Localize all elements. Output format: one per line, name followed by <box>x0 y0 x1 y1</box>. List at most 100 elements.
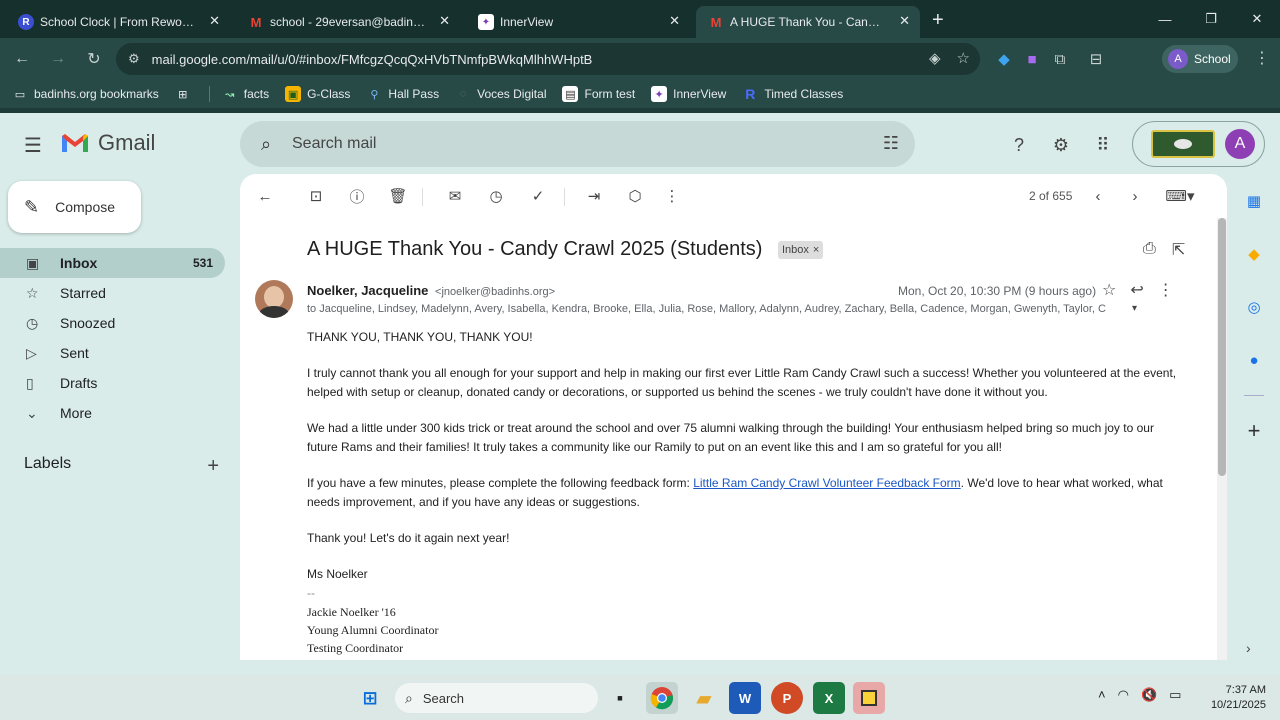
tab-search-icon[interactable]: ⊟ <box>1082 45 1110 73</box>
settings-gear-icon[interactable]: ⚙ <box>1047 131 1075 159</box>
minimize-icon[interactable]: — <box>1142 0 1188 38</box>
star-icon[interactable]: ☆ <box>1102 280 1116 300</box>
account-avatar[interactable]: A <box>1225 129 1255 159</box>
feedback-form-link[interactable]: Little Ram Candy Crawl Volunteer Feedbac… <box>693 476 960 490</box>
search-icon[interactable]: ⌕ <box>240 134 292 155</box>
remove-label-icon[interactable]: × <box>813 244 819 256</box>
sticky-notes-icon[interactable] <box>853 682 885 714</box>
close-tab-icon[interactable]: ✕ <box>209 13 220 29</box>
search-bar[interactable]: ⌕ Search mail ☷ <box>240 121 915 167</box>
mark-unread-icon[interactable]: ✉ <box>441 182 469 210</box>
address-bar[interactable]: ⚙ mail.google.com/mail/u/0/#inbox/FMfcgz… <box>116 43 980 75</box>
message-scrollbar[interactable] <box>1217 218 1227 660</box>
close-tab-icon[interactable]: ✕ <box>439 13 450 29</box>
task-view-icon[interactable]: ▪ <box>604 682 636 714</box>
file-explorer-icon[interactable]: ▰ <box>688 682 720 714</box>
bookmark-voces-digital[interactable]: ◌ Voces Digital <box>455 86 547 102</box>
chrome-icon[interactable] <box>646 682 678 714</box>
browser-profile-button[interactable]: A School <box>1162 45 1238 73</box>
calendar-icon[interactable]: ▦ <box>1236 183 1272 219</box>
delete-icon[interactable]: 🗑 <box>384 182 412 210</box>
help-icon[interactable]: ? <box>1005 131 1033 159</box>
show-side-panel-icon[interactable]: › <box>1246 640 1251 656</box>
bookmark-facts[interactable]: ↝ facts <box>222 86 269 102</box>
newer-icon[interactable]: ‹ <box>1084 182 1112 210</box>
more-actions-icon[interactable]: ⋮ <box>658 182 686 210</box>
message-more-icon[interactable]: ⋮ <box>1158 280 1174 300</box>
nav-item-starred[interactable]: ☆ Starred <box>0 278 225 308</box>
recipients-line[interactable]: to Jacqueline, Lindsey, Madelynn, Avery,… <box>307 303 1127 315</box>
sender-avatar[interactable] <box>255 280 293 318</box>
search-input[interactable]: Search mail <box>292 135 376 153</box>
search-options-icon[interactable]: ☷ <box>883 133 899 154</box>
older-icon[interactable]: › <box>1121 182 1149 210</box>
word-icon[interactable]: W <box>729 682 761 714</box>
bookmark-hall-pass[interactable]: ⚲ Hall Pass <box>366 86 439 102</box>
excel-icon[interactable]: X <box>813 682 845 714</box>
bookmark-innerview[interactable]: ✦ InnerView <box>651 86 726 102</box>
archive-icon[interactable]: ⊡ <box>302 182 330 210</box>
reply-icon[interactable]: ↩ <box>1130 280 1143 300</box>
nav-item-more[interactable]: ⌄ More <box>0 398 225 428</box>
contacts-icon[interactable]: ● <box>1236 342 1272 378</box>
report-spam-icon[interactable]: ⓘ <box>343 182 371 210</box>
maximize-icon[interactable]: ❐ <box>1188 0 1234 38</box>
tray-chevron-up-icon[interactable]: ˄ <box>1098 687 1106 703</box>
close-tab-icon[interactable]: ✕ <box>899 13 910 29</box>
taskbar-search[interactable]: ⌕ Search <box>395 683 598 713</box>
reload-icon[interactable]: ↻ <box>76 41 112 77</box>
bookmark-star-icon[interactable]: ☆ <box>957 49 970 67</box>
forward-icon[interactable]: → <box>40 41 76 77</box>
windows-start-icon[interactable]: ⊞ <box>354 682 386 714</box>
back-to-inbox-icon[interactable]: ← <box>251 182 279 210</box>
scrollbar-thumb[interactable] <box>1218 218 1226 476</box>
browser-tab-innerview[interactable]: ✦ InnerView ✕ <box>466 6 690 38</box>
create-label-icon[interactable]: + <box>207 455 219 478</box>
print-icon[interactable]: ⎙ <box>1143 240 1156 260</box>
bookmark-form-test[interactable]: ▤ Form test <box>562 86 635 102</box>
bookmark-g-class[interactable]: ▣ G-Class <box>285 86 350 102</box>
nav-item-snoozed[interactable]: ◷ Snoozed <box>0 308 225 338</box>
add-task-icon[interactable]: ✓ <box>524 182 552 210</box>
google-apps-icon[interactable]: ⠿ <box>1089 131 1117 159</box>
open-new-window-icon[interactable]: ⇱ <box>1172 240 1185 260</box>
label-icon[interactable]: ⬡ <box>621 182 649 210</box>
site-info-icon[interactable]: ⚙ <box>128 51 140 67</box>
input-tools-icon[interactable]: ⌨▾ <box>1160 182 1200 210</box>
extensions-puzzle-icon[interactable]: ⧉ <box>1046 45 1074 73</box>
battery-icon[interactable]: ▭ <box>1169 687 1181 703</box>
sender-name[interactable]: Noelker, Jacqueline <box>307 283 428 298</box>
get-addons-icon[interactable]: + <box>1236 413 1272 449</box>
snooze-icon[interactable]: ◷ <box>482 182 510 210</box>
extension-diamond-icon[interactable]: ◆ <box>990 45 1018 73</box>
bookmark-timed-classes[interactable]: R Timed Classes <box>742 86 843 102</box>
browser-tab-school-clock[interactable]: R School Clock | From Rewordify.c ✕ <box>6 6 230 38</box>
lens-icon[interactable]: ◈ <box>929 49 941 67</box>
powerpoint-icon[interactable]: P <box>771 682 803 714</box>
new-tab-button[interactable]: + <box>932 9 944 32</box>
compose-button[interactable]: ✎ Compose <box>8 181 141 233</box>
taskbar-clock[interactable]: 7:37 AM 10/21/2025 <box>1196 683 1266 713</box>
nav-item-sent[interactable]: ▷ Sent <box>0 338 225 368</box>
apps-grid-button[interactable]: ⊞ <box>175 86 197 102</box>
browser-tab-school-inbox[interactable]: M school - 29eversan@badinhs.or ✕ <box>236 6 460 38</box>
nav-item-inbox[interactable]: ▣ Inbox 531 <box>0 248 225 278</box>
close-tab-icon[interactable]: ✕ <box>669 13 680 29</box>
bookmark-badinhs-folder[interactable]: ▭ badinhs.org bookmarks <box>12 86 159 102</box>
nav-item-drafts[interactable]: ▯ Drafts <box>0 368 225 398</box>
wifi-icon[interactable]: ◠ <box>1118 687 1129 703</box>
browser-menu-icon[interactable]: ⋮ <box>1254 48 1270 68</box>
close-window-icon[interactable]: ✕ <box>1234 0 1280 38</box>
gmail-logo[interactable]: Gmail <box>60 130 155 156</box>
volume-muted-icon[interactable]: 🔇 <box>1141 687 1157 703</box>
inbox-label-chip[interactable]: Inbox × <box>778 241 824 259</box>
move-to-icon[interactable]: ⇥ <box>580 182 608 210</box>
show-details-icon[interactable]: ▾ <box>1132 303 1137 314</box>
back-icon[interactable]: ← <box>4 41 40 77</box>
extension-tw-icon[interactable]: ■ <box>1018 45 1046 73</box>
browser-tab-candy-crawl[interactable]: M A HUGE Thank You - Candy Cra ✕ <box>696 6 920 38</box>
account-switcher[interactable]: A <box>1132 121 1265 167</box>
keep-icon[interactable]: ◆ <box>1236 236 1272 272</box>
tasks-icon[interactable]: ◎ <box>1236 289 1272 325</box>
main-menu-icon[interactable]: ☰ <box>24 133 42 158</box>
